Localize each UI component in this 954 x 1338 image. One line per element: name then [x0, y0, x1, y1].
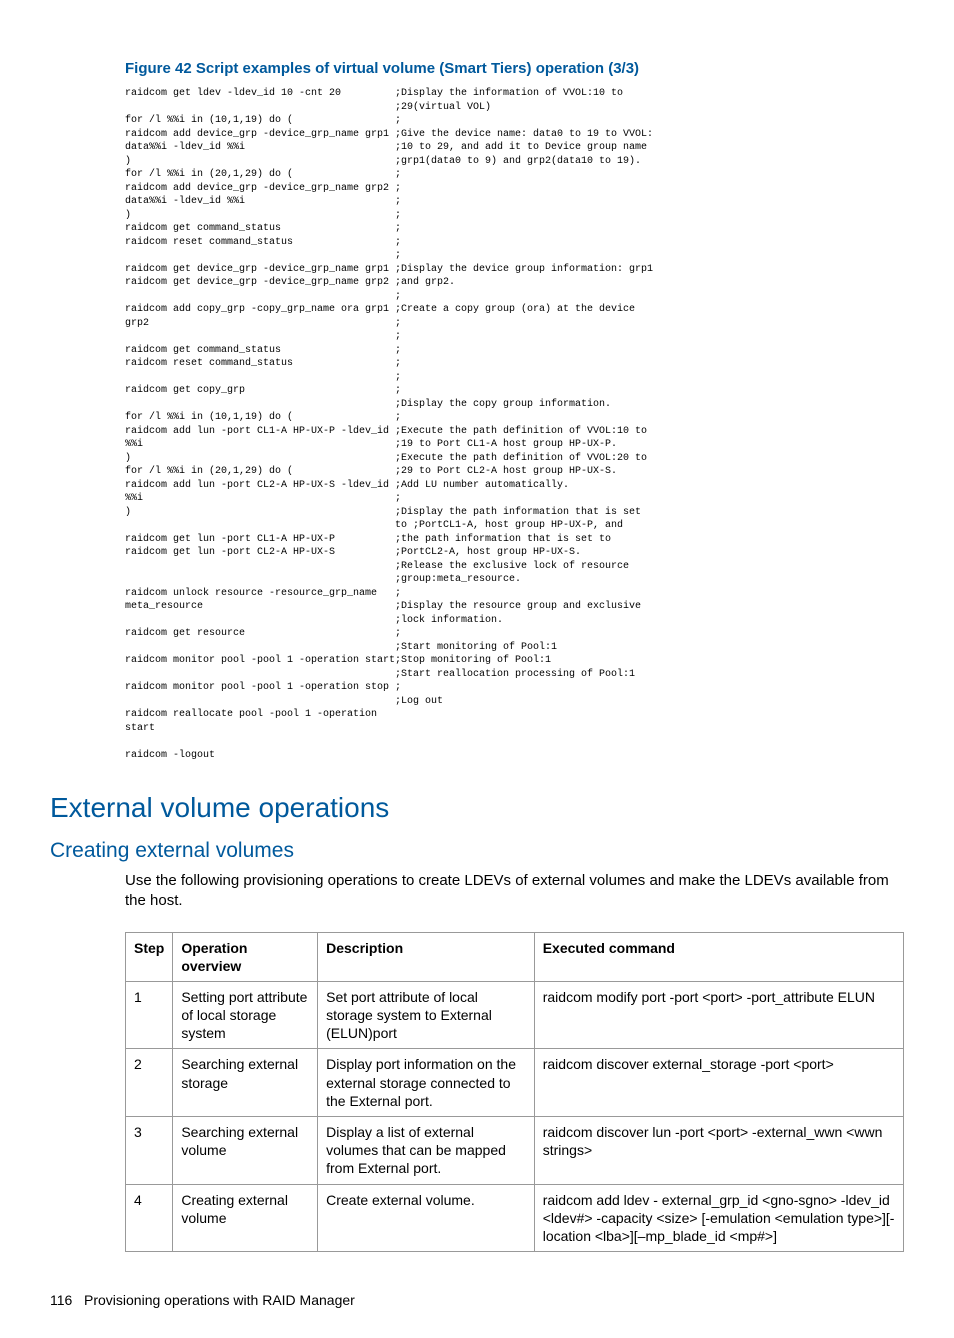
table-row: 1 Setting port attribute of local storag… [126, 981, 904, 1049]
body-paragraph: Use the following provisioning operation… [125, 871, 904, 912]
cell-overview: Searching external storage [173, 1049, 318, 1117]
page-number: 116 [50, 1292, 72, 1308]
section-heading: External volume operations [50, 792, 904, 824]
cell-cmd: raidcom discover external_storage -port … [534, 1049, 903, 1117]
col-command: Executed command [534, 932, 903, 981]
cell-cmd: raidcom modify port -port <port> -port_a… [534, 981, 903, 1049]
cell-step: 2 [126, 1049, 173, 1117]
cell-cmd: raidcom add ldev - external_grp_id <gno-… [534, 1184, 903, 1252]
table-row: 3 Searching external volume Display a li… [126, 1117, 904, 1185]
code-comments: ;Display the information of VVOL:10 to ;… [395, 87, 904, 762]
table-row: 4 Creating external volume Create extern… [126, 1184, 904, 1252]
code-commands: raidcom get ldev -ldev_id 10 -cnt 20 for… [125, 87, 395, 762]
page-footer: 116 Provisioning operations with RAID Ma… [50, 1292, 904, 1308]
table-row: 2 Searching external storage Display por… [126, 1049, 904, 1117]
col-overview: Operation overview [173, 932, 318, 981]
cell-overview: Setting port attribute of local storage … [173, 981, 318, 1049]
cell-step: 3 [126, 1117, 173, 1185]
cell-desc: Set port attribute of local storage syst… [318, 981, 535, 1049]
cell-step: 4 [126, 1184, 173, 1252]
figure-title: Figure 42 Script examples of virtual vol… [125, 60, 904, 77]
cell-desc: Create external volume. [318, 1184, 535, 1252]
col-description: Description [318, 932, 535, 981]
footer-text: Provisioning operations with RAID Manage… [84, 1292, 355, 1308]
cell-overview: Creating external volume [173, 1184, 318, 1252]
col-step: Step [126, 932, 173, 981]
cell-desc: Display a list of external volumes that … [318, 1117, 535, 1185]
cell-cmd: raidcom discover lun -port <port> -exter… [534, 1117, 903, 1185]
cell-step: 1 [126, 981, 173, 1049]
cell-desc: Display port information on the external… [318, 1049, 535, 1117]
table-header-row: Step Operation overview Description Exec… [126, 932, 904, 981]
subsection-heading: Creating external volumes [50, 839, 904, 863]
operations-table: Step Operation overview Description Exec… [125, 932, 904, 1253]
cell-overview: Searching external volume [173, 1117, 318, 1185]
code-listing: raidcom get ldev -ldev_id 10 -cnt 20 for… [125, 87, 904, 762]
